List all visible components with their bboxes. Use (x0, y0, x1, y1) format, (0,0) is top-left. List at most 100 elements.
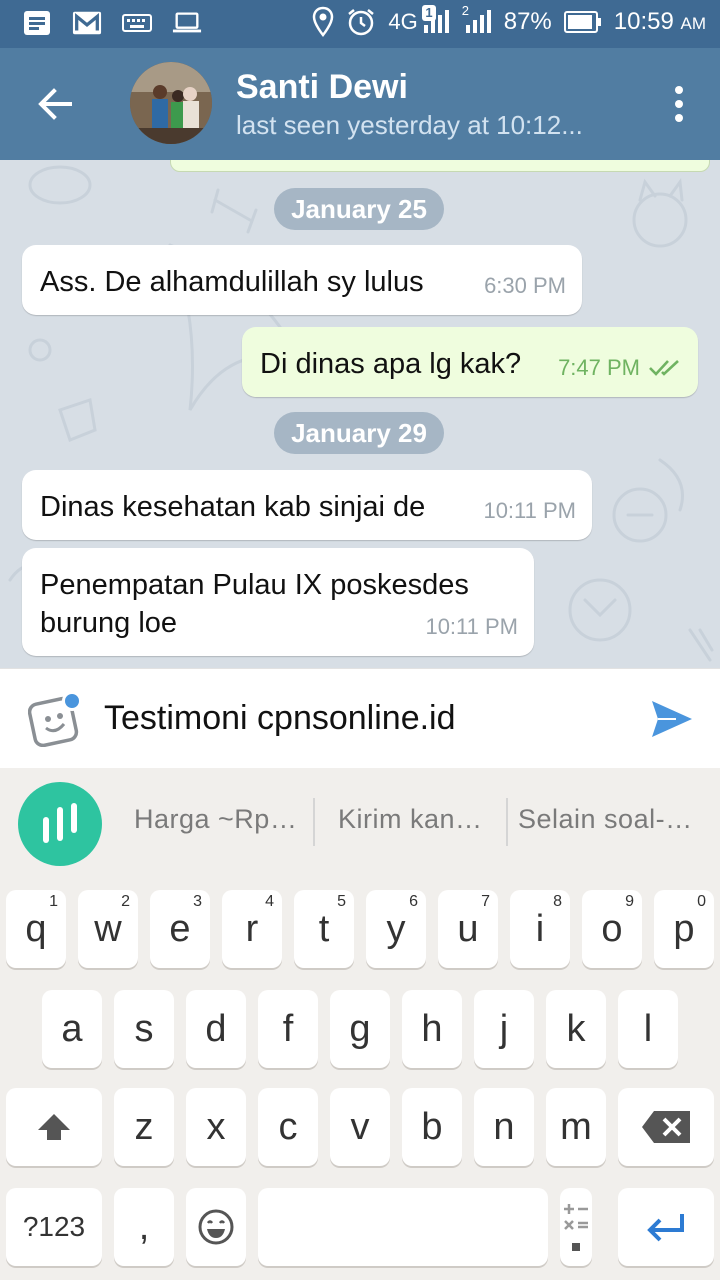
avatar[interactable] (130, 62, 212, 144)
key-number: 8 (553, 893, 562, 910)
key-number: 4 (265, 893, 274, 910)
message-list[interactable]: January 25 Ass. De alhamdulillah sy lulu… (0, 160, 720, 668)
key-f[interactable]: f (258, 990, 318, 1068)
contact-name[interactable]: Santi Dewi (236, 68, 408, 107)
gmail-icon (72, 8, 102, 38)
date-separator: January 29 (274, 412, 444, 454)
key-k[interactable]: k (546, 990, 606, 1068)
clock: 10:59 AM (614, 8, 706, 36)
outgoing-message[interactable]: Di dinas apa lg kak? 7:47 PM (242, 327, 698, 397)
suggestion-divider (313, 798, 315, 846)
message-text-line: Penempatan Pulau IX poskesdes (40, 569, 469, 601)
key-r[interactable]: r4 (222, 890, 282, 968)
suggestion-3[interactable]: Selain soal-… (518, 804, 693, 835)
key-d[interactable]: d (186, 990, 246, 1068)
signal-sim1: 4G 1 (388, 5, 449, 35)
key-o[interactable]: o9 (582, 890, 642, 968)
keyboard-icon (122, 8, 152, 38)
key-label: i (535, 908, 545, 950)
message-meta: 7:47 PM (558, 349, 682, 387)
key-y[interactable]: y6 (366, 890, 426, 968)
clock-time: 10:59 (613, 8, 674, 35)
numpad-key[interactable] (560, 1188, 592, 1266)
key-u[interactable]: u7 (438, 890, 498, 968)
signal-sim2: 2 (462, 3, 492, 35)
suggestion-bar: Harga ~Rp… Kirim kan… Selain soal-… (0, 768, 720, 876)
key-e[interactable]: e3 (150, 890, 210, 968)
backspace-key[interactable] (618, 1088, 714, 1166)
alarm-icon (346, 7, 376, 37)
key-x[interactable]: x (186, 1088, 246, 1166)
message-time: 6:30 PM (484, 273, 566, 298)
key-label: o (601, 908, 623, 950)
message-time: 10:11 PM (425, 614, 518, 639)
location-icon (312, 6, 334, 38)
key-label: e (169, 908, 191, 950)
battery-percent: 87% (503, 8, 552, 35)
key-p[interactable]: p0 (654, 890, 714, 968)
incoming-message[interactable]: Dinas kesehatan kab sinjai de 10:11 PM (22, 470, 592, 540)
key-label: q (25, 908, 47, 950)
key-c[interactable]: c (258, 1088, 318, 1166)
key-number: 2 (121, 893, 130, 910)
key-l[interactable]: l (618, 990, 678, 1068)
key-w[interactable]: w2 (78, 890, 138, 968)
swiftkey-logo-icon[interactable] (18, 782, 102, 866)
chat-header: Santi Dewi last seen yesterday at 10:12.… (0, 48, 720, 160)
key-h[interactable]: h (402, 990, 462, 1068)
message-time: 7:47 PM (558, 355, 640, 380)
sim2-label: 2 (461, 3, 469, 18)
symbols-key[interactable]: ?123 (6, 1188, 102, 1266)
more-vert-icon[interactable] (672, 84, 686, 124)
emoji-key[interactable] (186, 1188, 246, 1266)
key-j[interactable]: j (474, 990, 534, 1068)
key-g[interactable]: g (330, 990, 390, 1068)
key-number: 0 (697, 893, 706, 910)
key-m[interactable]: m (546, 1088, 606, 1166)
key-label: r (245, 908, 259, 950)
message-meta: 10:11 PM (425, 608, 518, 646)
shift-arrow-icon (38, 1114, 70, 1140)
key-s[interactable]: s (114, 990, 174, 1068)
key-number: 9 (625, 893, 634, 910)
notes-icon (22, 8, 52, 38)
system-icons: 4G 1 2 87% 10:59 AM (312, 3, 706, 38)
back-arrow-icon[interactable] (34, 84, 74, 124)
key-v[interactable]: v (330, 1088, 390, 1166)
key-label: t (318, 908, 330, 950)
enter-arrow-icon (647, 1214, 684, 1242)
key-label: u (457, 908, 479, 950)
incoming-message[interactable]: Penempatan Pulau IX poskesdes burung loe… (22, 548, 534, 656)
key-z[interactable]: z (114, 1088, 174, 1166)
key-i[interactable]: i8 (510, 890, 570, 968)
key-b[interactable]: b (402, 1088, 462, 1166)
message-input[interactable]: Testimoni cpnsonline.id (104, 699, 456, 738)
message-composer: Testimoni cpnsonline.id (0, 668, 720, 768)
key-number: 5 (337, 893, 346, 910)
incoming-message[interactable]: Ass. De alhamdulillah sy lulus 6:30 PM (22, 245, 582, 315)
emoji-icon (198, 1209, 234, 1245)
message-meta: 6:30 PM (484, 267, 566, 305)
plus-minus-icon (564, 1204, 588, 1251)
key-a[interactable]: a (42, 990, 102, 1068)
previous-message-edge (170, 160, 710, 172)
sim-badge: 1 (422, 5, 436, 21)
suggestion-1[interactable]: Harga ~Rp… (134, 804, 297, 835)
notification-icons (22, 8, 202, 38)
key-t[interactable]: t5 (294, 890, 354, 968)
send-icon[interactable] (650, 697, 694, 741)
space-key[interactable] (258, 1188, 548, 1266)
laptop-icon (172, 8, 202, 38)
key-q[interactable]: q1 (6, 890, 66, 968)
status-bar: 4G 1 2 87% 10:59 AM (0, 0, 720, 48)
key-label: w (94, 908, 122, 950)
suggestion-2[interactable]: Kirim kan… (338, 804, 483, 835)
enter-key[interactable] (618, 1188, 714, 1266)
date-separator: January 25 (274, 188, 444, 230)
key-label: p (673, 908, 695, 950)
message-meta: 10:11 PM (483, 492, 576, 530)
double-check-icon (649, 360, 679, 376)
shift-key[interactable] (6, 1088, 102, 1166)
key-n[interactable]: n (474, 1088, 534, 1166)
comma-key[interactable]: , (114, 1188, 174, 1266)
